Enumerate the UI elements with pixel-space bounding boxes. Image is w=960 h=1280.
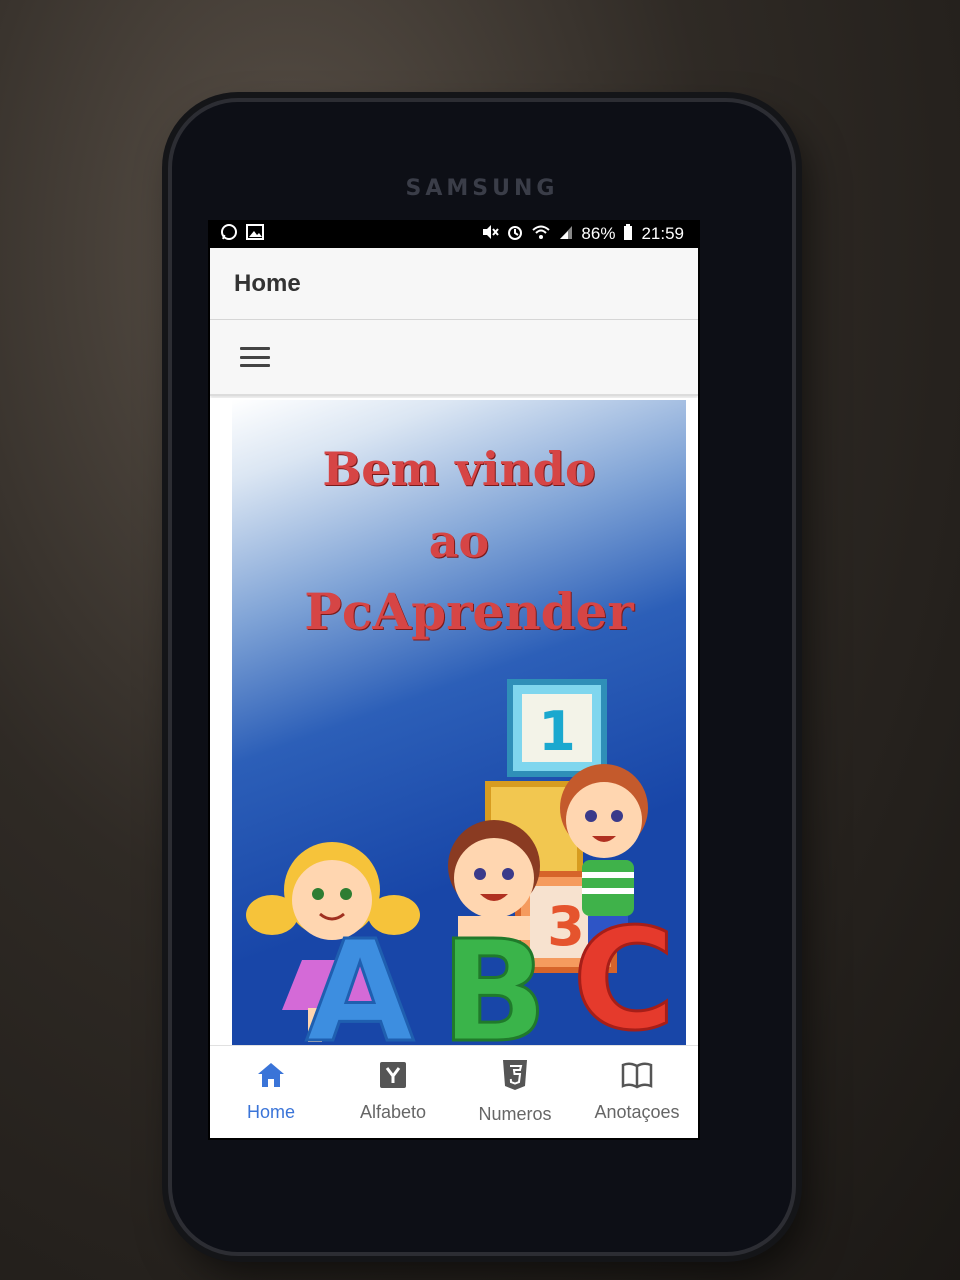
nav-label-home: Home: [246, 1102, 295, 1122]
page-title: Home: [234, 269, 301, 297]
nav-item-numeros[interactable]: Numeros: [454, 1046, 576, 1138]
kids-abc-illustration: 1 3 A B C: [246, 679, 677, 1047]
nav-label-alfabeto: Alfabeto: [359, 1102, 427, 1122]
hamburger-menu-icon[interactable]: [240, 347, 270, 367]
device-brand: SAMSUNG: [405, 176, 559, 201]
battery-icon: [623, 223, 633, 246]
number-block-1: 1: [507, 679, 607, 777]
clock-time: 21:59: [641, 224, 684, 243]
letter-a: A: [304, 910, 415, 1047]
bottom-navigation: Home Alfabeto Numeros Anotaçoes: [210, 1045, 698, 1138]
block-number-1: 1: [538, 700, 576, 763]
main-content: Bem vindo ao PcAprender 1 3 A B C: [210, 398, 698, 1048]
letter-c: C: [571, 898, 677, 1047]
welcome-banner-image: Bem vindo ao PcAprender 1 3 A B C: [232, 400, 686, 1046]
mute-icon: [481, 224, 500, 245]
wifi-icon: [531, 224, 551, 245]
letter-b: B: [439, 910, 549, 1047]
nav-label-anotacoes: Anotaçoes: [594, 1102, 680, 1122]
alarm-icon: [507, 224, 523, 245]
toolbar: [210, 320, 698, 396]
svg-text:A: A: [306, 911, 414, 1046]
gallery-icon: [246, 223, 264, 245]
signal-icon: [559, 224, 573, 245]
y-square-icon: [379, 1061, 407, 1094]
open-book-icon: [621, 1061, 653, 1094]
svg-text:B: B: [441, 911, 548, 1046]
app-header: Home: [210, 248, 698, 320]
nav-label-numeros: Numeros: [478, 1104, 552, 1124]
battery-percent: 86%: [581, 224, 616, 243]
svg-text:C: C: [573, 899, 676, 1046]
nav-item-anotacoes[interactable]: Anotaçoes: [576, 1046, 698, 1138]
status-bar: 86% 21:59: [208, 220, 700, 248]
nav-item-alfabeto[interactable]: Alfabeto: [332, 1046, 454, 1138]
nav-item-home[interactable]: Home: [210, 1046, 332, 1138]
phone-screen: 86% 21:59 Home Bem vindo ao PcAprender 1…: [208, 220, 700, 1140]
app-window: Home Bem vindo ao PcAprender 1 3 A B C H…: [210, 248, 698, 1138]
home-icon: [256, 1061, 286, 1094]
whatsapp-icon: [220, 223, 238, 246]
html5-shield-icon: [501, 1059, 529, 1096]
